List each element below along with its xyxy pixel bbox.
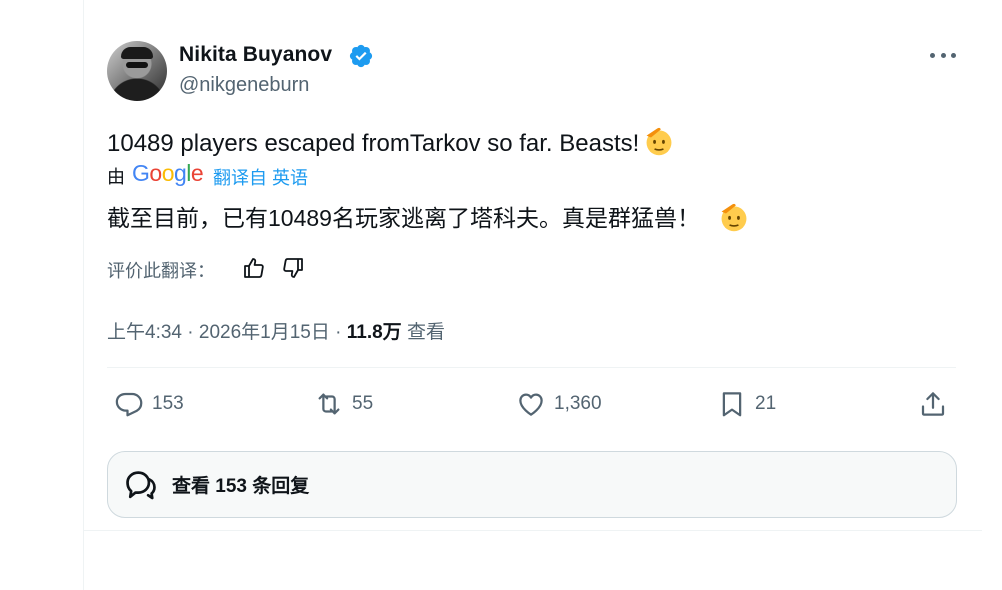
more-dot-icon bbox=[951, 52, 956, 58]
tweet-meta: 上午4:34 · 2026年1月15日 · 11.8万 查看 bbox=[107, 317, 445, 344]
avatar-glasses bbox=[126, 62, 148, 68]
view-replies-label: 查看 153 条回复 bbox=[172, 476, 310, 497]
more-options-button[interactable] bbox=[930, 44, 956, 66]
tweet-time[interactable]: 上午4:34 bbox=[107, 322, 182, 343]
thumbs-down-icon[interactable] bbox=[281, 256, 305, 280]
column-bottom-border bbox=[84, 530, 982, 531]
reply-button[interactable]: 153 bbox=[114, 389, 184, 419]
bookmark-icon bbox=[722, 392, 742, 417]
author-name[interactable]: Nikita Buyanov bbox=[179, 43, 332, 67]
tweet-text-content: 10489 players escaped fromTarkov so far.… bbox=[107, 130, 640, 157]
column-left-border bbox=[83, 0, 84, 590]
meta-separator: · bbox=[329, 322, 347, 343]
heart-icon bbox=[519, 393, 543, 416]
saluting-face-icon bbox=[721, 203, 747, 232]
like-button[interactable]: 1,360 bbox=[516, 389, 602, 419]
thumbs-up-icon[interactable] bbox=[242, 256, 266, 280]
bookmark-count: 21 bbox=[755, 393, 777, 414]
retweet-icon bbox=[318, 393, 340, 415]
views-label: 查看 bbox=[401, 322, 445, 343]
translated-by-label: 由 bbox=[107, 167, 125, 187]
divider bbox=[107, 367, 956, 368]
more-dot-icon bbox=[930, 52, 935, 58]
more-dot-icon bbox=[940, 52, 946, 58]
verified-badge-icon bbox=[349, 44, 373, 68]
retweet-button[interactable]: 55 bbox=[314, 389, 373, 419]
rate-translation-label: 评价此翻译： bbox=[107, 261, 215, 281]
translation-text: 截至目前，已有10489名玩家逃离了塔科夫。真是群猛兽！ bbox=[107, 199, 750, 233]
share-button[interactable] bbox=[918, 389, 948, 419]
view-count: 11.8万 bbox=[346, 322, 402, 343]
avatar[interactable] bbox=[107, 41, 167, 101]
reply-icon bbox=[115, 392, 143, 417]
saluting-face-icon bbox=[646, 127, 672, 156]
like-count: 1,360 bbox=[554, 393, 602, 414]
translated-from-link[interactable]: 翻译自 英语 bbox=[213, 164, 308, 190]
tweet-text: 10489 players escaped fromTarkov so far.… bbox=[107, 125, 675, 158]
meta-separator: · bbox=[181, 322, 199, 343]
avatar-cap bbox=[121, 47, 153, 59]
replies-bubbles-icon bbox=[126, 470, 156, 499]
bookmark-button[interactable]: 21 bbox=[717, 389, 776, 419]
google-logo: Google bbox=[132, 160, 204, 186]
reply-count: 153 bbox=[152, 393, 184, 414]
author-handle[interactable]: @nikgeneburn bbox=[179, 74, 309, 97]
translation-text-content: 截至目前，已有10489名玩家逃离了塔科夫。真是群猛兽！ bbox=[107, 205, 700, 231]
share-icon bbox=[921, 392, 945, 416]
tweet-date[interactable]: 2026年1月15日 bbox=[199, 322, 330, 343]
retweet-count: 55 bbox=[352, 393, 374, 414]
view-replies-button[interactable]: 查看 153 条回复 bbox=[107, 451, 957, 518]
